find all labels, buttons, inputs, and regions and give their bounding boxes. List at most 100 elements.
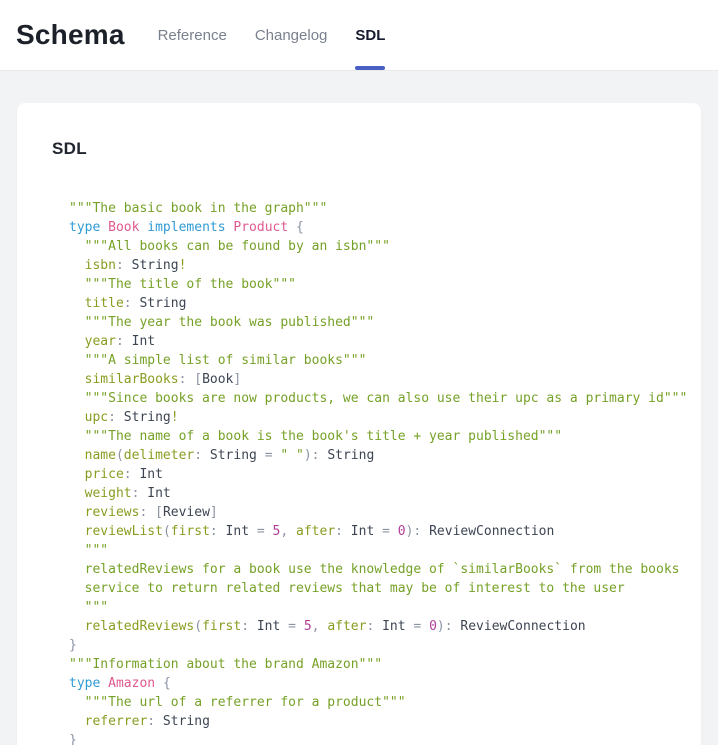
code-token: implements <box>147 220 225 235</box>
code-token: referrer <box>85 714 148 729</box>
code-token <box>69 543 85 558</box>
code-token <box>69 486 85 501</box>
sdl-card: SDL """The basic book in the graph""" typ… <box>17 103 701 745</box>
code-token: ( <box>116 448 124 463</box>
code-token: after <box>296 524 335 539</box>
tab-reference[interactable]: Reference <box>156 0 229 70</box>
code-token <box>69 524 85 539</box>
code-token: : <box>241 619 249 634</box>
code-line: """The basic book in the graph""" <box>69 199 666 218</box>
code-token <box>421 619 429 634</box>
code-token: year <box>85 334 116 349</box>
code-token: name <box>85 448 116 463</box>
code-token <box>265 524 273 539</box>
code-token: ): <box>406 524 422 539</box>
code-token: : <box>335 524 343 539</box>
code-token: { <box>296 220 304 235</box>
code-token: = <box>257 524 265 539</box>
tab-changelog[interactable]: Changelog <box>253 0 330 70</box>
code-token: ReviewConnection <box>453 619 586 634</box>
code-line: """The url of a referrer for a product""… <box>69 693 666 712</box>
code-token: ): <box>304 448 320 463</box>
code-line: """ <box>69 598 666 617</box>
code-line: """A simple list of similar books""" <box>69 351 666 370</box>
code-token: """ <box>85 600 108 615</box>
code-token: isbn <box>85 258 116 273</box>
code-token: Product <box>233 220 288 235</box>
code-line: """The year the book was published""" <box>69 313 666 332</box>
code-token: : <box>116 334 124 349</box>
code-token: : <box>124 296 132 311</box>
code-token: String <box>155 714 210 729</box>
sdl-heading: SDL <box>52 139 666 159</box>
code-token: ): <box>437 619 453 634</box>
code-token: } <box>69 733 77 745</box>
code-token <box>69 391 85 406</box>
code-token <box>69 695 85 710</box>
page-title: Schema <box>16 19 125 51</box>
code-token: : <box>108 410 116 425</box>
code-token <box>69 334 85 349</box>
code-token: 0 <box>429 619 437 634</box>
code-token <box>69 410 85 425</box>
code-line: name(delimeter: String = " "): String <box>69 446 666 465</box>
code-line: referrer: String <box>69 712 666 731</box>
code-token: : <box>116 258 124 273</box>
code-token <box>69 277 85 292</box>
tab-reference-label: Reference <box>158 27 227 44</box>
code-token: price <box>85 467 124 482</box>
code-token: String <box>124 258 179 273</box>
code-token: """ <box>85 543 108 558</box>
code-line: relatedReviews for a book use the knowle… <box>69 560 666 579</box>
code-token: [ <box>155 505 163 520</box>
code-token: 5 <box>304 619 312 634</box>
code-token: ] <box>210 505 218 520</box>
code-token <box>288 220 296 235</box>
code-line: """All books can be found by an isbn""" <box>69 237 666 256</box>
code-token: """The year the book was published""" <box>85 315 375 330</box>
code-token: """The title of the book""" <box>85 277 296 292</box>
code-token: String <box>320 448 375 463</box>
code-line: """Since books are now products, we can … <box>69 389 666 408</box>
tab-sdl[interactable]: SDL <box>353 0 387 70</box>
code-line: relatedReviews(first: Int = 5, after: In… <box>69 617 666 636</box>
code-token: """Information about the brand Amazon""" <box>69 657 382 672</box>
code-token: first <box>171 524 210 539</box>
code-token <box>390 524 398 539</box>
code-token: after <box>327 619 366 634</box>
code-token: Int <box>218 524 257 539</box>
code-token: [ <box>194 372 202 387</box>
code-line: reviewList(first: Int = 5, after: Int = … <box>69 522 666 541</box>
code-line: similarBooks: [Book] <box>69 370 666 389</box>
code-line: } <box>69 636 666 655</box>
code-token <box>69 353 85 368</box>
code-token: String <box>132 296 187 311</box>
code-token: """The basic book in the graph""" <box>69 201 327 216</box>
page-header: Schema Reference Changelog SDL <box>0 0 718 71</box>
code-token <box>69 562 85 577</box>
code-token <box>69 714 85 729</box>
code-token: reviewList <box>85 524 163 539</box>
code-token <box>100 220 108 235</box>
code-token: Int <box>249 619 288 634</box>
code-token: 0 <box>398 524 406 539</box>
code-token: relatedReviews for a book use the knowle… <box>85 562 680 577</box>
code-token <box>69 600 85 615</box>
code-token: , <box>280 524 288 539</box>
code-token: delimeter <box>124 448 194 463</box>
code-token <box>69 448 85 463</box>
code-token: ! <box>171 410 179 425</box>
code-token <box>69 429 85 444</box>
code-token: first <box>202 619 241 634</box>
code-token: title <box>85 296 124 311</box>
code-token <box>69 505 85 520</box>
code-line: """ <box>69 541 666 560</box>
code-token: : <box>124 467 132 482</box>
code-token: Int <box>124 334 155 349</box>
schema-tabs: Reference Changelog SDL <box>156 0 388 70</box>
code-token: Int <box>132 467 163 482</box>
code-line: """The name of a book is the book's titl… <box>69 427 666 446</box>
code-token: : <box>194 448 202 463</box>
code-line: type Amazon { <box>69 674 666 693</box>
code-token: ( <box>163 524 171 539</box>
